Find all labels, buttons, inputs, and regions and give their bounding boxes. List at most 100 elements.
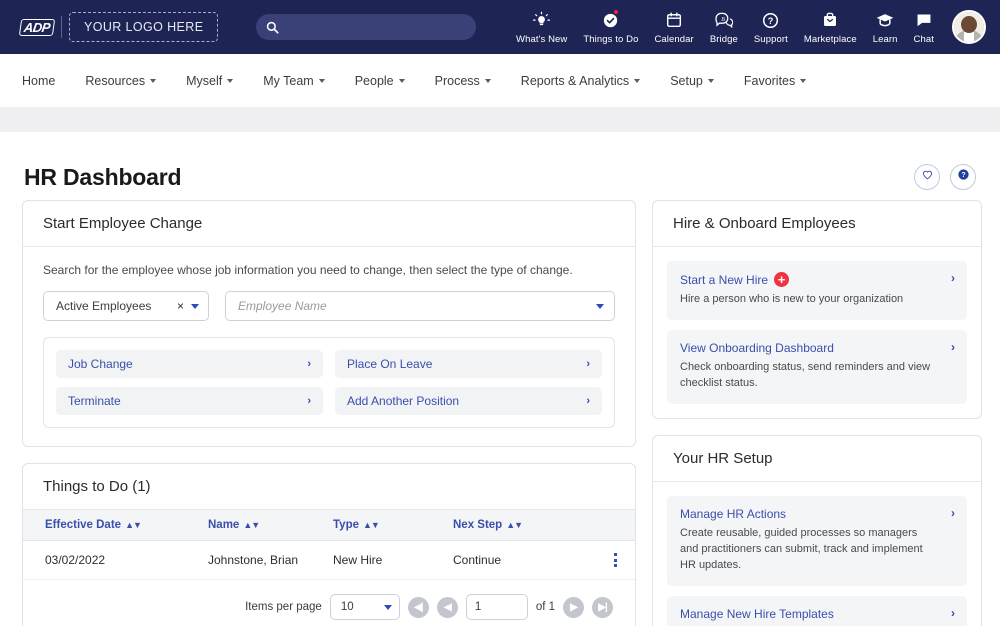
action-job-change[interactable]: Job Change › bbox=[56, 350, 323, 378]
table-body: 03/02/2022 Johnstone, Brian New Hire Con… bbox=[23, 540, 635, 580]
tile-manage-hr-actions[interactable]: Manage HR Actions Create reusable, guide… bbox=[667, 495, 967, 586]
items-per-page-label: Items per page bbox=[245, 601, 322, 613]
header-item-whats-new[interactable]: What's New bbox=[508, 10, 575, 45]
header-item-marketplace[interactable]: Marketplace bbox=[796, 10, 865, 45]
nav-item-label: People bbox=[354, 73, 394, 88]
hire-onboard-card: Hire & Onboard Employees Start a New Hir… bbox=[652, 200, 982, 419]
column-header-type[interactable]: Type ▲▼ bbox=[333, 510, 453, 541]
helper-text: Search for the employee whose job inform… bbox=[43, 263, 573, 277]
nav-item-label: My Team bbox=[263, 73, 314, 88]
table-header-row: Effective Date ▲▼ Name ▲▼ Type ▲▼ Nex Step ▲… bbox=[23, 510, 635, 541]
header-item-support[interactable]: ? Support bbox=[746, 10, 796, 45]
header-item-learn[interactable]: Learn bbox=[865, 10, 906, 45]
action-add-another-position[interactable]: Add Another Position › bbox=[335, 387, 602, 415]
page-number-input[interactable] bbox=[465, 594, 528, 620]
dashboard-content: Start Employee Change Search for the emp… bbox=[0, 200, 1000, 626]
main-navigation: Home Resources Myself My Team People Pro… bbox=[0, 54, 1000, 108]
first-page-button[interactable]: ◀| bbox=[407, 596, 429, 618]
avatar-head bbox=[961, 15, 977, 33]
nav-item-myself[interactable]: Myself bbox=[186, 73, 234, 88]
sort-icon: ▲▼ bbox=[363, 520, 380, 530]
favorite-button[interactable] bbox=[914, 164, 940, 190]
items-per-page-select[interactable]: 10 bbox=[329, 594, 400, 620]
global-search[interactable] bbox=[256, 14, 477, 40]
search-input[interactable] bbox=[286, 21, 467, 33]
header-item-label: What's New bbox=[516, 33, 568, 45]
action-place-on-leave[interactable]: Place On Leave › bbox=[335, 350, 602, 378]
nav-item-home[interactable]: Home bbox=[22, 74, 55, 88]
tile-view-onboarding-dashboard[interactable]: View Onboarding Dashboard Check onboardi… bbox=[667, 329, 967, 404]
header-item-things-to-do[interactable]: Things to Do bbox=[575, 8, 646, 45]
column-header-name[interactable]: Name ▲▼ bbox=[208, 510, 333, 541]
help-button[interactable]: ? bbox=[950, 164, 976, 190]
card-body: Start a New Hire + Hire a person who is … bbox=[653, 247, 981, 418]
table-row[interactable]: 03/02/2022 Johnstone, Brian New Hire Con… bbox=[23, 540, 635, 580]
tile-title: Manage HR Actions bbox=[680, 506, 787, 521]
tile-title-row: Manage HR Actions bbox=[680, 507, 954, 521]
tile-title-row: Manage New Hire Templates bbox=[680, 607, 954, 621]
action-label: Terminate bbox=[68, 394, 121, 408]
table-header: Effective Date ▲▼ Name ▲▼ Type ▲▼ Nex Step ▲… bbox=[23, 510, 635, 541]
header-item-chat[interactable]: Chat bbox=[906, 10, 942, 45]
action-terminate[interactable]: Terminate › bbox=[56, 387, 323, 415]
header-item-label: Support bbox=[753, 33, 788, 45]
nav-item-resources[interactable]: Resources bbox=[85, 74, 157, 88]
chevron-down-icon bbox=[318, 78, 325, 83]
tile-start-a-new-hire[interactable]: Start a New Hire + Hire a person who is … bbox=[667, 261, 967, 320]
nav-item-my-team[interactable]: My Team bbox=[263, 73, 325, 88]
employee-name-input[interactable] bbox=[238, 299, 596, 313]
nav-item-people[interactable]: People bbox=[355, 74, 405, 88]
column-header-effective-date[interactable]: Effective Date ▲▼ bbox=[23, 510, 208, 541]
graduation-cap-icon bbox=[875, 10, 895, 31]
chevron-right-icon: › bbox=[951, 339, 955, 354]
header-item-label: Things to Do bbox=[583, 33, 639, 45]
card-body: Manage HR Actions Create reusable, guide… bbox=[653, 482, 981, 626]
cell-next-step-link[interactable]: Continue bbox=[453, 540, 595, 580]
column-header-actions bbox=[595, 510, 635, 541]
adp-logo-icon[interactable]: ADP bbox=[18, 18, 56, 36]
row-menu-icon[interactable] bbox=[595, 553, 635, 567]
header-item-bridge[interactable]: B Bridge bbox=[702, 10, 746, 45]
column-label: Type bbox=[333, 519, 359, 531]
column-header-next-step[interactable]: Nex Step ▲▼ bbox=[453, 510, 595, 541]
employee-name-combobox[interactable] bbox=[225, 291, 615, 321]
header-item-calendar[interactable]: Calendar bbox=[646, 10, 701, 45]
notification-badge bbox=[613, 8, 620, 15]
lightbulb-icon bbox=[532, 10, 551, 31]
user-avatar[interactable] bbox=[952, 9, 986, 44]
prev-page-button[interactable]: ◀ bbox=[436, 596, 458, 618]
chevron-right-icon: › bbox=[951, 505, 955, 520]
table-pagination: Items per page 10 ◀| ◀ of 1 ▶ ▶| bbox=[23, 580, 635, 626]
nav-item-setup[interactable]: Setup bbox=[670, 74, 714, 88]
chevron-down-icon[interactable] bbox=[596, 303, 604, 309]
chevron-down-icon bbox=[800, 78, 807, 83]
chevron-right-icon: › bbox=[951, 605, 955, 620]
nav-item-favorites[interactable]: Favorites bbox=[744, 74, 807, 88]
svg-text:?: ? bbox=[768, 15, 774, 25]
cell-name: Johnstone, Brian bbox=[208, 540, 333, 580]
sort-icon: ▲▼ bbox=[243, 520, 260, 530]
action-label: Place On Leave bbox=[347, 357, 433, 371]
chevron-down-icon bbox=[398, 78, 405, 83]
nav-item-label: Process bbox=[434, 73, 480, 88]
tile-title: Manage New Hire Templates bbox=[680, 606, 834, 621]
chevron-down-icon bbox=[227, 78, 234, 83]
chevron-down-icon bbox=[191, 303, 199, 309]
clear-filter-icon[interactable]: × bbox=[177, 300, 184, 312]
last-page-button[interactable]: ▶| bbox=[592, 596, 613, 618]
avatar-shirt bbox=[964, 31, 974, 42]
cell-type: New Hire bbox=[333, 540, 453, 580]
nav-item-process[interactable]: Process bbox=[435, 74, 491, 88]
nav-item-label: Myself bbox=[186, 73, 223, 88]
briefcase-icon bbox=[821, 10, 839, 31]
next-page-button[interactable]: ▶ bbox=[563, 596, 584, 618]
employee-status-value: Active Employees bbox=[56, 299, 152, 313]
employee-status-filter[interactable]: Active Employees × bbox=[43, 291, 209, 321]
custom-logo-placeholder[interactable]: YOUR LOGO HERE bbox=[68, 12, 219, 42]
tile-manage-new-hire-templates[interactable]: Manage New Hire Templates Customize temp… bbox=[667, 595, 967, 626]
action-label: Job Change bbox=[68, 357, 133, 371]
page-separator-band bbox=[0, 108, 1000, 132]
card-title: Things to Do (1) bbox=[23, 464, 635, 510]
nav-item-reports-analytics[interactable]: Reports & Analytics bbox=[521, 74, 641, 88]
chevron-right-icon: › bbox=[307, 395, 311, 407]
